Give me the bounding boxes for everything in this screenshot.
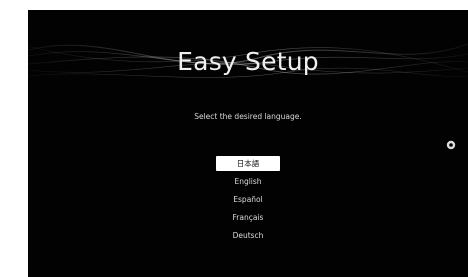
language-option-french[interactable]: Français xyxy=(28,208,468,226)
language-option-label: English xyxy=(234,176,262,186)
language-option-english[interactable]: English xyxy=(28,172,468,190)
language-option-japanese[interactable]: 日本語 xyxy=(28,154,468,172)
page-title: Easy Setup xyxy=(177,47,319,76)
language-option-spanish[interactable]: Español xyxy=(28,190,468,208)
language-option-label: 日本語 xyxy=(216,155,280,171)
language-option-german[interactable]: Deutsch xyxy=(28,226,468,244)
instruction-text: Select the desired language. xyxy=(194,112,302,121)
options-button-icon[interactable] xyxy=(446,140,456,150)
language-option-label: Deutsch xyxy=(232,230,264,240)
language-option-label: Français xyxy=(232,212,264,222)
setup-screen: Easy Setup Select the desired language. … xyxy=(28,10,468,277)
language-list: 日本語 English Español Français Deutsch xyxy=(28,154,468,244)
language-option-label: Español xyxy=(233,194,263,204)
